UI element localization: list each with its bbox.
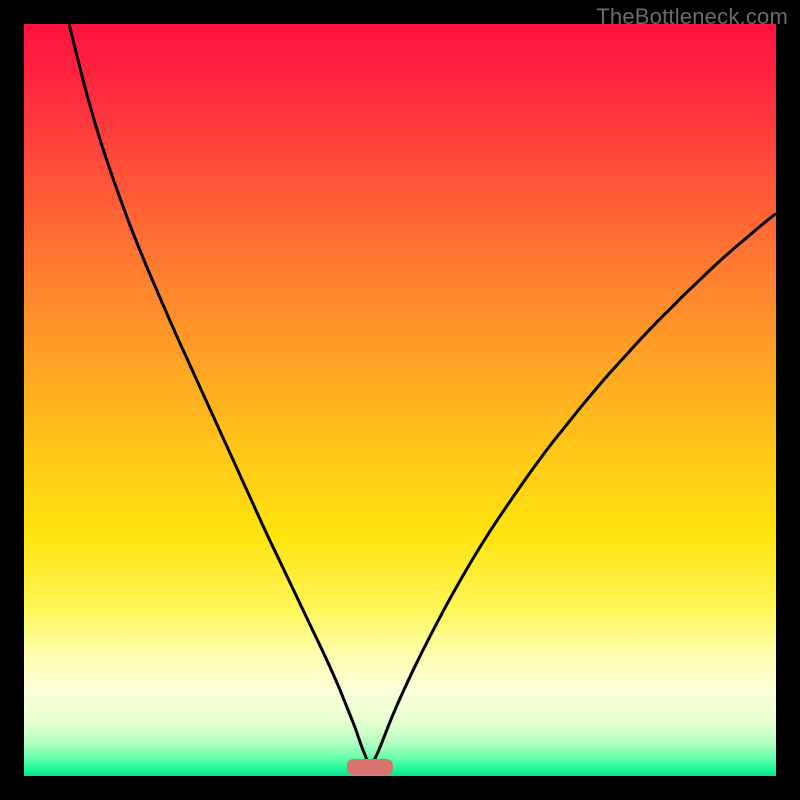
chart-frame xyxy=(24,24,776,776)
chart-plot xyxy=(24,24,776,776)
minimum-marker xyxy=(347,759,392,774)
gradient-background xyxy=(24,24,776,776)
watermark-label: TheBottleneck.com xyxy=(596,4,788,30)
